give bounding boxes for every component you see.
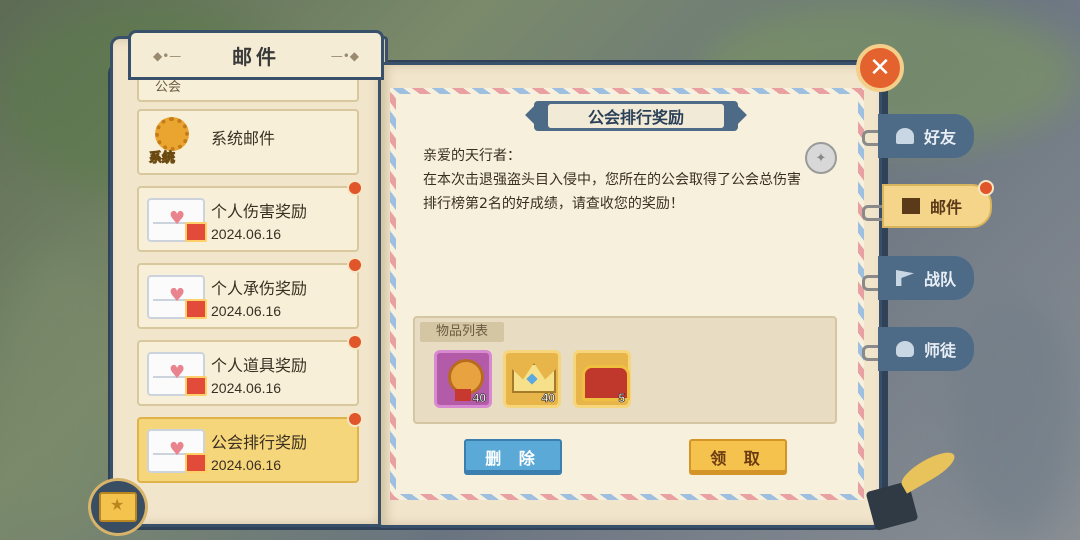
mail-title: 公会排行奖励 bbox=[211, 433, 308, 452]
list-item[interactable]: ♥ 个人承伤奖励 2024.06.16 bbox=[137, 257, 363, 329]
flag-icon bbox=[896, 270, 914, 286]
mail-title: 个人承伤奖励 bbox=[211, 279, 308, 298]
tab-team[interactable]: 战队 bbox=[878, 256, 974, 300]
unread-dot bbox=[347, 411, 363, 427]
folder-star-icon: ★ bbox=[99, 492, 137, 522]
tab-mentor[interactable]: 师徒 bbox=[878, 327, 974, 371]
system-mail-title: 系统邮件 bbox=[211, 129, 276, 148]
unread-dot bbox=[347, 257, 363, 273]
reward-slot[interactable]: 40 bbox=[503, 350, 561, 408]
unread-dot bbox=[978, 180, 994, 196]
gift-icon bbox=[185, 299, 207, 319]
page-title: 邮件 bbox=[232, 44, 280, 69]
system-icon-label: 系统 bbox=[148, 151, 176, 167]
heart-icon: ♥ bbox=[169, 208, 186, 229]
heart-icon: ♥ bbox=[169, 362, 186, 383]
mail-detail-title: 公会排行奖励 bbox=[548, 104, 724, 128]
close-icon: ✕ bbox=[869, 53, 891, 83]
heart-icon: ♥ bbox=[169, 285, 186, 306]
gear-icon bbox=[155, 117, 189, 151]
ornament-left: ◆•— bbox=[153, 49, 182, 63]
delete-button[interactable]: 删 除 bbox=[464, 439, 562, 475]
partial-item-label: 公会 bbox=[155, 80, 182, 95]
mail-detail-banner: 公会排行奖励 bbox=[534, 101, 738, 131]
mail-greeting: 亲爱的天行者： bbox=[423, 148, 521, 164]
gift-icon bbox=[185, 376, 207, 396]
system-gear-icon: 系统 bbox=[148, 117, 195, 167]
reward-count: 5 bbox=[618, 391, 625, 406]
medal-ribbon bbox=[455, 389, 471, 401]
friends-icon bbox=[896, 128, 914, 144]
mail-body: 在本次击退强盗头目入侵中，您所在的公会取得了公会总伤害排行榜第2名的好成绩，请查… bbox=[423, 172, 801, 212]
tab-label: 师徒 bbox=[924, 341, 957, 360]
reward-slot[interactable]: 5 bbox=[573, 350, 631, 408]
mail-date: 2024.06.16 bbox=[211, 457, 282, 473]
mentor-icon bbox=[896, 341, 914, 357]
reward-count: 40 bbox=[541, 391, 555, 406]
mail-date: 2024.06.16 bbox=[211, 226, 282, 242]
unread-dot bbox=[347, 334, 363, 350]
ornament-right: —•◆ bbox=[330, 49, 359, 63]
claim-button[interactable]: 领 取 bbox=[689, 439, 787, 475]
tab-label: 战队 bbox=[924, 270, 957, 289]
mail-date: 2024.06.16 bbox=[211, 303, 282, 319]
list-item[interactable]: ♥ 个人伤害奖励 2024.06.16 bbox=[137, 180, 363, 252]
unread-dot bbox=[347, 180, 363, 196]
close-button[interactable]: ✕ bbox=[856, 44, 904, 92]
items-list-label: 物品列表 bbox=[420, 322, 504, 342]
reward-slot[interactable]: 40 bbox=[434, 350, 492, 408]
mail-icon bbox=[902, 198, 920, 214]
list-item-selected[interactable]: ♥ 公会排行奖励 2024.06.16 bbox=[137, 411, 363, 483]
stamp-icon: ✦ bbox=[805, 142, 837, 174]
list-item-partial[interactable]: 公会 bbox=[137, 80, 359, 102]
favorites-folder-button[interactable]: ★ bbox=[88, 478, 148, 536]
system-mail-item[interactable]: 系统 系统邮件 bbox=[137, 109, 359, 175]
heart-icon: ♥ bbox=[169, 439, 186, 460]
tab-label: 好友 bbox=[924, 128, 957, 147]
tab-label: 邮件 bbox=[930, 198, 963, 217]
gift-icon bbox=[185, 222, 207, 242]
mail-title: 个人道具奖励 bbox=[211, 356, 308, 375]
tab-mail[interactable]: 邮件 bbox=[882, 180, 994, 228]
list-item[interactable]: ♥ 个人道具奖励 2024.06.16 bbox=[137, 334, 363, 406]
tab-friends[interactable]: 好友 bbox=[878, 114, 974, 158]
reward-count: 40 bbox=[472, 391, 486, 406]
mail-title: 个人伤害奖励 bbox=[211, 202, 308, 221]
gift-icon bbox=[185, 453, 207, 473]
mail-header-tab: ◆•— 邮件 —•◆ bbox=[128, 30, 384, 80]
mail-date: 2024.06.16 bbox=[211, 380, 282, 396]
quill-inkwell-icon bbox=[865, 446, 960, 536]
